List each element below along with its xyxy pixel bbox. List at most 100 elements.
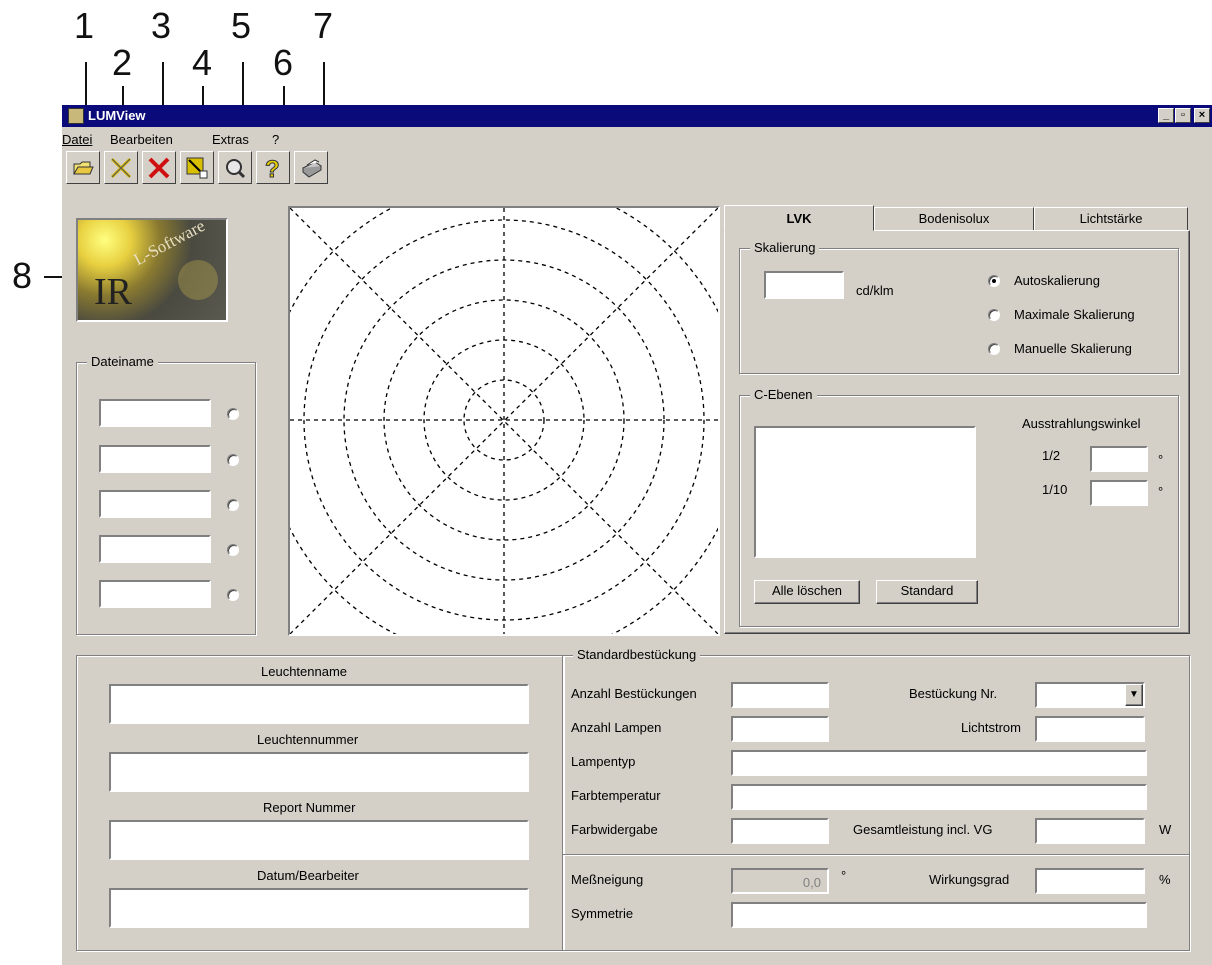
standard-button[interactable]: Standard <box>876 580 978 604</box>
farbtemperatur-label: Farbtemperatur <box>571 788 661 803</box>
dateiname-group: Dateiname <box>76 354 256 635</box>
help-icon: ? <box>265 155 281 181</box>
anzahl-lampen-label: Anzahl Lampen <box>571 720 662 735</box>
c-ebenen-group: C-Ebenen Ausstrahlungswinkel 1/2 ° 1/10 … <box>739 387 1179 627</box>
skalierung-value-input[interactable] <box>764 271 844 299</box>
leuchtennummer-input[interactable] <box>109 752 529 792</box>
callout-4: 4 <box>192 42 213 83</box>
menu-bearbeiten[interactable]: Bearbeiten <box>110 132 173 147</box>
callout-8: 8 <box>12 255 33 296</box>
zoom-button[interactable] <box>218 151 252 184</box>
dateiname-radio-4[interactable] <box>227 544 239 556</box>
wirkungsgrad-label: Wirkungsgrad <box>929 872 1010 887</box>
maximale-skalierung-label[interactable]: Maximale Skalierung <box>1014 307 1135 322</box>
delete-x-icon <box>148 157 170 178</box>
bestueckung-nr-select[interactable]: ▼ <box>1035 682 1145 708</box>
anzahl-lampen-input[interactable] <box>731 716 829 742</box>
ausstrahlungswinkel-label: Ausstrahlungswinkel <box>1022 416 1141 431</box>
farbwidergabe-input[interactable] <box>731 818 829 844</box>
gesamtleistung-unit: W <box>1159 822 1172 837</box>
maximize-button[interactable]: ▫ <box>1175 108 1191 123</box>
dateiname-radio-3[interactable] <box>227 499 239 511</box>
half-angle-degree: ° <box>1158 452 1164 467</box>
tab-bodenisolux[interactable]: Bodenisolux <box>874 207 1034 231</box>
help-button[interactable]: ? <box>256 151 290 184</box>
window-title: LUMView <box>88 108 146 123</box>
anzahl-bestueckungen-label: Anzahl Bestückungen <box>571 686 697 701</box>
anzahl-bestueckungen-input[interactable] <box>731 682 829 708</box>
dateiname-field-3[interactable] <box>99 490 211 518</box>
half-angle-input[interactable] <box>1090 446 1148 472</box>
export-button[interactable] <box>180 151 214 184</box>
tenth-angle-degree: ° <box>1158 484 1164 499</box>
manuelle-skalierung-radio[interactable] <box>988 343 1000 355</box>
autoskalierung-radio[interactable] <box>988 275 1000 287</box>
tenth-angle-input[interactable] <box>1090 480 1148 506</box>
print-button[interactable] <box>294 151 328 184</box>
lichtstrom-input[interactable] <box>1035 716 1145 742</box>
lichtstrom-label: Lichtstrom <box>961 720 1021 735</box>
callout-1: 1 <box>74 5 95 46</box>
callout-7: 7 <box>313 5 334 46</box>
autoskalierung-label[interactable]: Autoskalierung <box>1014 273 1100 288</box>
lampentyp-input[interactable] <box>731 750 1147 776</box>
messneigung-value: 0,0 <box>802 875 821 890</box>
app-icon <box>68 108 84 124</box>
gesamtleistung-input[interactable] <box>1035 818 1145 844</box>
svg-text:?: ? <box>265 156 280 181</box>
dateiname-radio-1[interactable] <box>227 408 239 420</box>
messneigung-input[interactable]: 0,0 <box>731 868 829 894</box>
menu-help[interactable]: ? <box>272 132 279 147</box>
right-tab-panel: LVK Bodenisolux Lichtstärke Skalierung c… <box>724 205 1192 635</box>
skalierung-group: Skalierung cd/klm Autoskalierung Maximal… <box>739 240 1179 374</box>
leuchtennummer-label: Leuchtennummer <box>257 732 359 747</box>
tab-lvk[interactable]: LVK <box>724 205 874 231</box>
wirkungsgrad-unit: % <box>1159 872 1171 887</box>
half-angle-label: 1/2 <box>1042 448 1061 463</box>
dateiname-field-4[interactable] <box>99 535 211 563</box>
open-button[interactable] <box>66 151 100 184</box>
standardbestueckung-legend: Standardbestückung <box>573 647 701 662</box>
polar-diagram[interactable] <box>288 206 720 636</box>
tab-lichtstaerke[interactable]: Lichtstärke <box>1034 207 1188 231</box>
c-ebenen-list[interactable] <box>754 426 976 558</box>
tenth-angle-label: 1/10 <box>1042 482 1068 497</box>
dropdown-arrow-icon[interactable]: ▼ <box>1125 684 1143 706</box>
standardbestueckung-group: Standardbestückung Anzahl Bestückungen B… <box>562 647 1190 951</box>
leuchte-group: Leuchtenname Leuchtennummer Report Numme… <box>76 655 564 951</box>
dateiname-field-5[interactable] <box>99 580 211 608</box>
delete-button[interactable] <box>142 151 176 184</box>
gesamtleistung-label: Gesamtleistung incl. VG <box>853 822 993 837</box>
dateiname-field-2[interactable] <box>99 445 211 473</box>
polar-grid <box>290 208 718 634</box>
symmetrie-label: Symmetrie <box>571 906 634 921</box>
logo-ir-text: IR <box>94 271 132 313</box>
menu-datei[interactable]: Datei <box>62 132 92 147</box>
datum-bearbeiter-label: Datum/Bearbeiter <box>257 868 359 883</box>
dateiname-field-1[interactable] <box>99 399 211 427</box>
close-button[interactable]: × <box>1194 108 1210 123</box>
open-folder-icon <box>73 161 94 174</box>
callout-3: 3 <box>151 5 172 46</box>
alle-loeschen-button[interactable]: Alle löschen <box>754 580 860 604</box>
callout-6: 6 <box>273 42 294 83</box>
datum-bearbeiter-input[interactable] <box>109 888 529 928</box>
report-nummer-label: Report Nummer <box>263 800 356 815</box>
lampentyp-label: Lampentyp <box>571 754 636 769</box>
symmetrie-input[interactable] <box>731 902 1147 928</box>
cut-button[interactable] <box>104 151 138 184</box>
minimize-button[interactable]: _ <box>1158 108 1174 123</box>
title-bar[interactable]: LUMView _ ▫ × <box>62 105 1212 127</box>
messneigung-label: Meßneigung <box>571 872 644 887</box>
farbtemperatur-input[interactable] <box>731 784 1147 810</box>
dateiname-radio-2[interactable] <box>227 454 239 466</box>
callout-2: 2 <box>112 42 133 83</box>
report-nummer-input[interactable] <box>109 820 529 860</box>
dateiname-radio-5[interactable] <box>227 589 239 601</box>
leuchtenname-input[interactable] <box>109 684 529 724</box>
menu-extras[interactable]: Extras <box>212 132 249 147</box>
bestueckung-nr-label: Bestückung Nr. <box>909 686 998 701</box>
wirkungsgrad-input[interactable] <box>1035 868 1145 894</box>
maximale-skalierung-radio[interactable] <box>988 309 1000 321</box>
manuelle-skalierung-label[interactable]: Manuelle Skalierung <box>1014 341 1132 356</box>
